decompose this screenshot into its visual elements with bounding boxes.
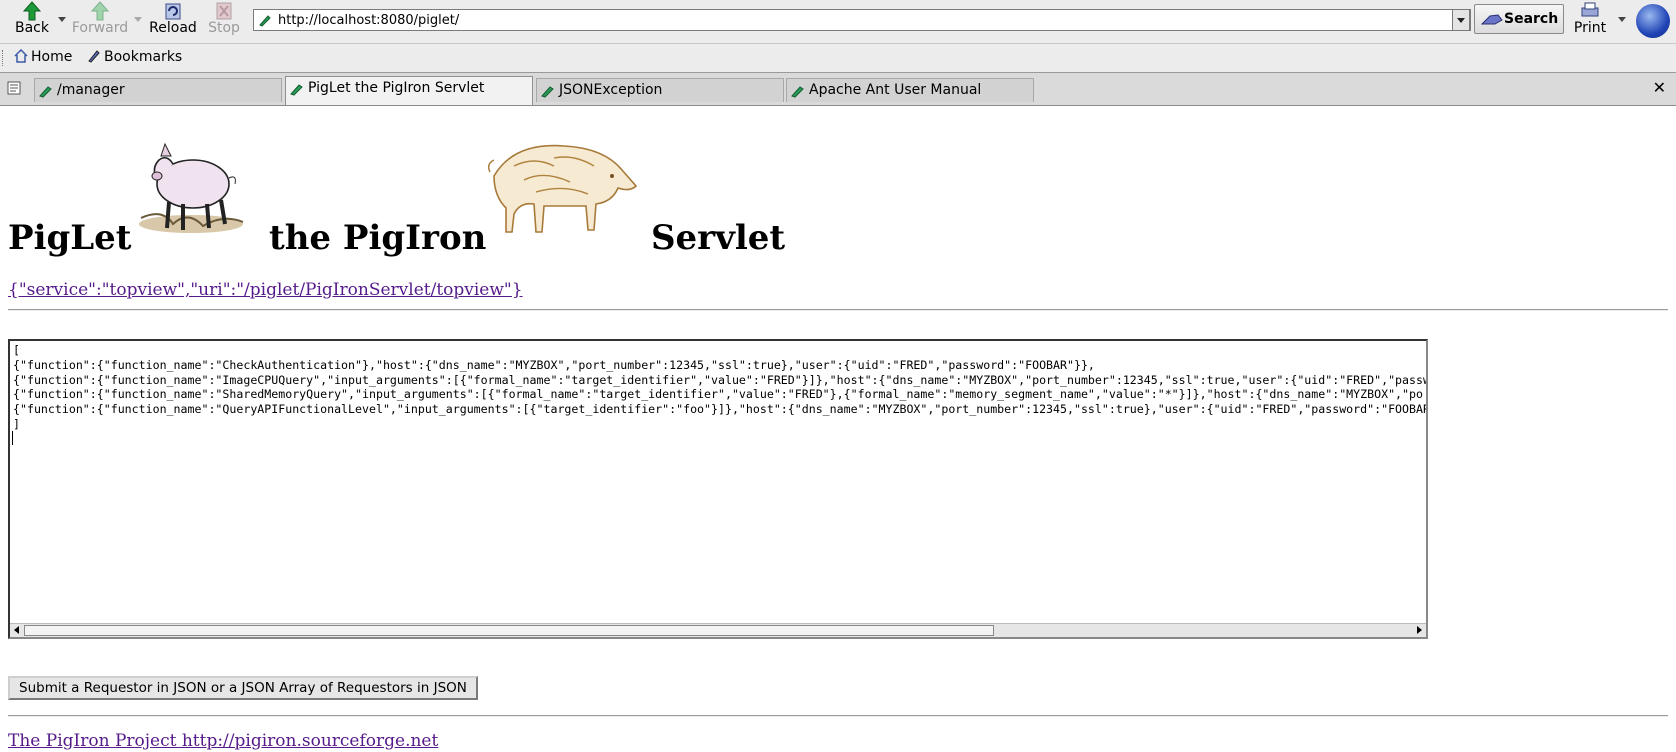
json-request-textarea[interactable]: [ {"function":{"function_name":"CheckAut… [8, 339, 1428, 639]
close-tab-icon[interactable]: ✕ [1653, 78, 1666, 97]
back-label: Back [15, 20, 49, 36]
text-caret [12, 431, 13, 445]
textarea-line: [ [13, 343, 20, 357]
page-icon [290, 84, 303, 96]
search-icon [1481, 14, 1503, 25]
textarea-line: ] [13, 416, 20, 431]
textarea-content: [ {"function":{"function_name":"CheckAut… [13, 343, 1428, 432]
home-button[interactable]: Home [14, 49, 72, 65]
tab-bar: /manager PigLet the PigIron Servlet JSON… [0, 73, 1676, 106]
site-icon [259, 15, 271, 27]
textarea-line: {"function":{"function_name":"CheckAuthe… [13, 357, 1095, 372]
toolbar-grip[interactable] [2, 50, 6, 66]
print-dropdown-icon[interactable] [1618, 17, 1626, 22]
top-divider [8, 309, 1668, 311]
scrollbar-thumb[interactable] [24, 625, 994, 636]
tab-label: PigLet the PigIron Servlet [308, 80, 485, 96]
back-arrow-icon [22, 1, 42, 21]
print-label: Print [1573, 20, 1607, 36]
forward-button[interactable]: Forward [68, 0, 132, 42]
url-input[interactable] [278, 11, 1448, 29]
url-bar[interactable] [253, 9, 1471, 31]
heading-the-pigiron: the PigIron [269, 218, 487, 258]
bottom-divider [8, 715, 1668, 717]
bookmarks-button[interactable]: Bookmarks [87, 49, 182, 65]
tab-manager[interactable]: /manager [34, 78, 282, 102]
pigiron-project-link[interactable]: The PigIron Project http://pigiron.sourc… [8, 731, 438, 751]
bookmarks-bar: Home Bookmarks [0, 44, 1676, 73]
stop-button[interactable]: Stop [206, 0, 242, 42]
stop-label: Stop [208, 20, 240, 36]
bookmarks-label: Bookmarks [104, 49, 183, 65]
pig-illustration-image [139, 142, 244, 233]
textarea-line: {"function":{"function_name":"ImageCPUQu… [13, 372, 1428, 387]
tab-jsonexception[interactable]: JSONException [536, 78, 784, 102]
bookmarks-icon [88, 50, 100, 63]
tab-label: JSONException [559, 82, 663, 98]
tab-piglet[interactable]: PigLet the PigIron Servlet [285, 76, 533, 105]
navigation-toolbar: Back Forward Reload Stop Search [0, 0, 1676, 44]
horizontal-scrollbar[interactable] [10, 623, 1426, 637]
page-icon [791, 86, 804, 98]
throbber-icon[interactable] [1636, 4, 1670, 38]
tab-list-icon[interactable] [7, 81, 21, 95]
scroll-left-arrow-icon[interactable] [14, 626, 19, 634]
back-history-dropdown-icon[interactable] [58, 17, 66, 22]
boar-illustration-image [487, 144, 638, 233]
print-button[interactable]: Print [1570, 0, 1610, 42]
heading-servlet: Servlet [651, 218, 786, 258]
search-label: Search [1504, 11, 1559, 27]
back-button[interactable]: Back [14, 0, 50, 42]
reload-button[interactable]: Reload [148, 0, 198, 42]
printer-icon [1581, 2, 1599, 17]
reload-label: Reload [149, 20, 197, 36]
forward-arrow-icon [90, 1, 110, 21]
submit-requestor-button[interactable]: Submit a Requestor in JSON or a JSON Arr… [8, 676, 478, 700]
scroll-right-arrow-icon[interactable] [1417, 626, 1422, 634]
reload-icon [165, 3, 181, 20]
tab-label: /manager [57, 82, 125, 98]
page-icon [39, 86, 52, 98]
tab-ant-manual[interactable]: Apache Ant User Manual [786, 78, 1034, 102]
topview-service-link[interactable]: {"service":"topview","uri":"/piglet/PigI… [8, 280, 523, 300]
url-history-dropdown-icon[interactable] [1452, 9, 1470, 31]
page-icon [541, 86, 554, 98]
forward-label: Forward [71, 20, 129, 36]
textarea-line: {"function":{"function_name":"SharedMemo… [13, 387, 1423, 402]
stop-icon [216, 2, 232, 20]
textarea-line: {"function":{"function_name":"QueryAPIFu… [13, 402, 1428, 417]
tab-label: Apache Ant User Manual [809, 82, 982, 98]
heading-piglet: PigLet [8, 218, 132, 258]
forward-history-dropdown-icon[interactable] [134, 17, 142, 22]
home-icon [14, 49, 28, 63]
search-button[interactable]: Search [1474, 4, 1564, 34]
home-label: Home [31, 49, 73, 65]
